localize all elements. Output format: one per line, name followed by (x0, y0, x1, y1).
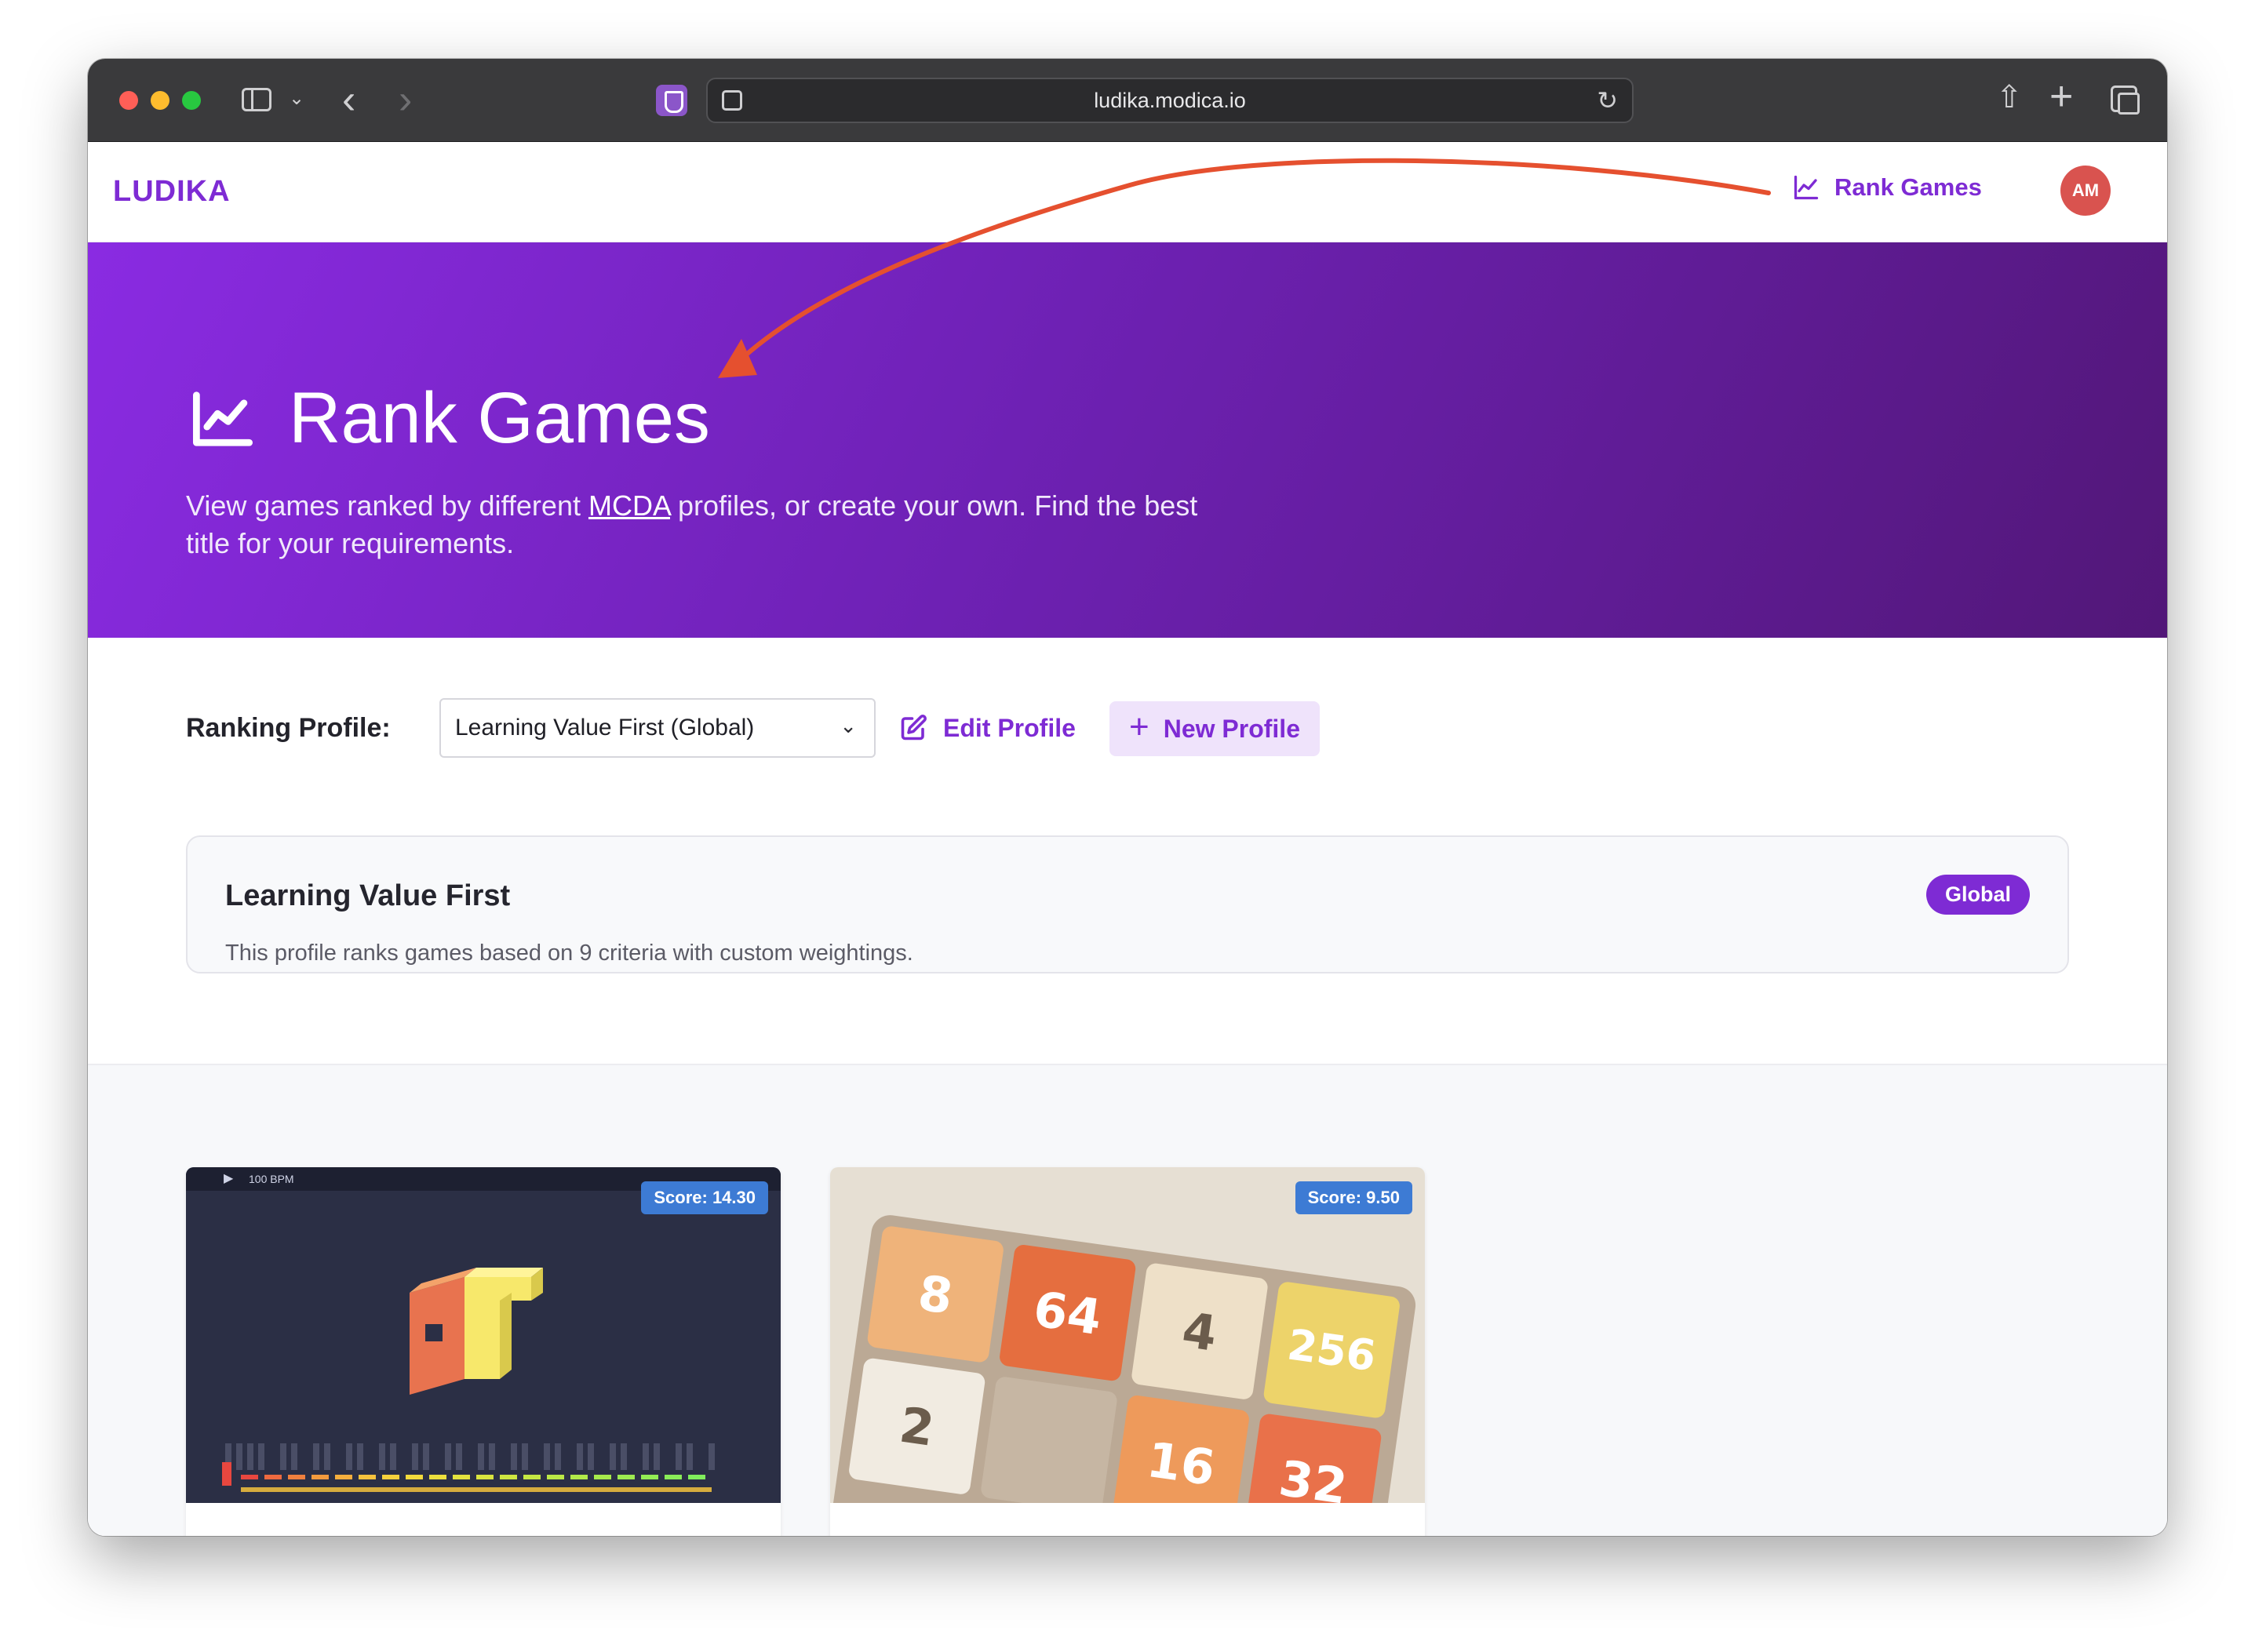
new-profile-button[interactable]: + New Profile (1109, 701, 1320, 756)
new-profile-label: New Profile (1163, 714, 1300, 743)
url-text[interactable]: ludika.modica.io (708, 79, 1632, 122)
games-grid: ▶ 100 BPM Score: 14.30 8 64 4 256 2 16 3… (88, 1065, 2167, 1536)
top-navbar: LUDIKA Rank Games AM (88, 142, 2167, 242)
plus-icon: + (1129, 708, 1149, 746)
tab-overview-icon[interactable] (2111, 86, 2140, 115)
game-thumbnail[interactable]: ▶ 100 BPM Score: 14.30 (186, 1167, 781, 1503)
chart-line-icon (1794, 175, 1819, 200)
maximize-window-button[interactable] (182, 91, 201, 110)
back-arrow-icon[interactable]: ‹ (342, 76, 355, 123)
ranking-profile-label: Ranking Profile: (186, 713, 391, 743)
hero-description: View games ranked by different MCDA prof… (186, 487, 1237, 562)
tile: 2 (847, 1357, 986, 1496)
close-window-button[interactable] (119, 91, 138, 110)
profile-card-title: Learning Value First (225, 879, 511, 912)
user-avatar[interactable]: AM (2060, 166, 2111, 216)
sidebar-toggle-icon[interactable] (242, 88, 271, 111)
reload-icon[interactable]: ↻ (1597, 86, 1618, 115)
nav-link-label: Rank Games (1834, 173, 1982, 201)
new-tab-icon[interactable]: + (2049, 73, 2073, 120)
selected-profile-text: Learning Value First (Global) (455, 715, 755, 740)
minimize-window-button[interactable] (151, 91, 169, 110)
browser-titlebar: ⌄ ‹ › ludika.modica.io ↻ ⇧ + (88, 59, 2167, 142)
score-badge: Score: 9.50 (1295, 1181, 1412, 1214)
edit-profile-button[interactable]: Edit Profile (899, 698, 1076, 758)
ranking-profile-select[interactable]: Learning Value First (Global) ⌄ (439, 698, 876, 758)
privacy-shield-icon[interactable] (656, 85, 687, 116)
global-badge: Global (1925, 875, 2030, 915)
chevron-down-icon: ⌄ (840, 714, 857, 737)
page-title: Rank Games (190, 377, 710, 460)
chart-line-icon (192, 391, 253, 446)
ranking-controls: Ranking Profile: Learning Value First (G… (88, 638, 2167, 1065)
address-bar[interactable]: ludika.modica.io ↻ (706, 78, 1634, 123)
tile (979, 1375, 1119, 1503)
game-artwork (222, 1268, 715, 1492)
tile: 256 (1262, 1280, 1401, 1419)
edit-icon (901, 715, 927, 740)
tile: 32 (1244, 1413, 1383, 1503)
game-board-2048: 8 64 4 256 2 16 32 (830, 1213, 1419, 1503)
tile: 16 (1112, 1394, 1251, 1503)
game-thumbnail[interactable]: 8 64 4 256 2 16 32 Score: 9.50 (830, 1167, 1425, 1503)
tile: 64 (998, 1243, 1137, 1382)
page-title-text: Rank Games (289, 378, 710, 458)
browser-window: ⌄ ‹ › ludika.modica.io ↻ ⇧ + LUDIKA Rank… (88, 59, 2167, 1536)
forward-arrow-icon[interactable]: › (399, 76, 412, 123)
game-card[interactable]: 8 64 4 256 2 16 32 Score: 9.50 (830, 1167, 1425, 1536)
hero-desc-before: View games ranked by different (186, 489, 588, 522)
mcda-link[interactable]: MCDA (588, 489, 670, 522)
site-logo[interactable]: LUDIKA (113, 175, 231, 209)
tile: 8 (866, 1224, 1005, 1364)
score-badge: Score: 14.30 (641, 1181, 768, 1214)
profile-info-card: Learning Value First This profile ranks … (186, 835, 2069, 973)
nav-rank-games-link[interactable]: Rank Games (1792, 173, 1982, 202)
game-card[interactable]: ▶ 100 BPM Score: 14.30 (186, 1167, 781, 1536)
hero-banner: Rank Games View games ranked by differen… (88, 242, 2167, 638)
chevron-down-icon[interactable]: ⌄ (289, 87, 304, 110)
page-content: LUDIKA Rank Games AM Rank Games View gam… (88, 142, 2167, 1536)
profile-card-description: This profile ranks games based on 9 crit… (225, 941, 913, 966)
tile: 4 (1130, 1262, 1270, 1401)
share-icon[interactable]: ⇧ (1996, 79, 2023, 115)
edit-profile-label: Edit Profile (943, 713, 1076, 742)
